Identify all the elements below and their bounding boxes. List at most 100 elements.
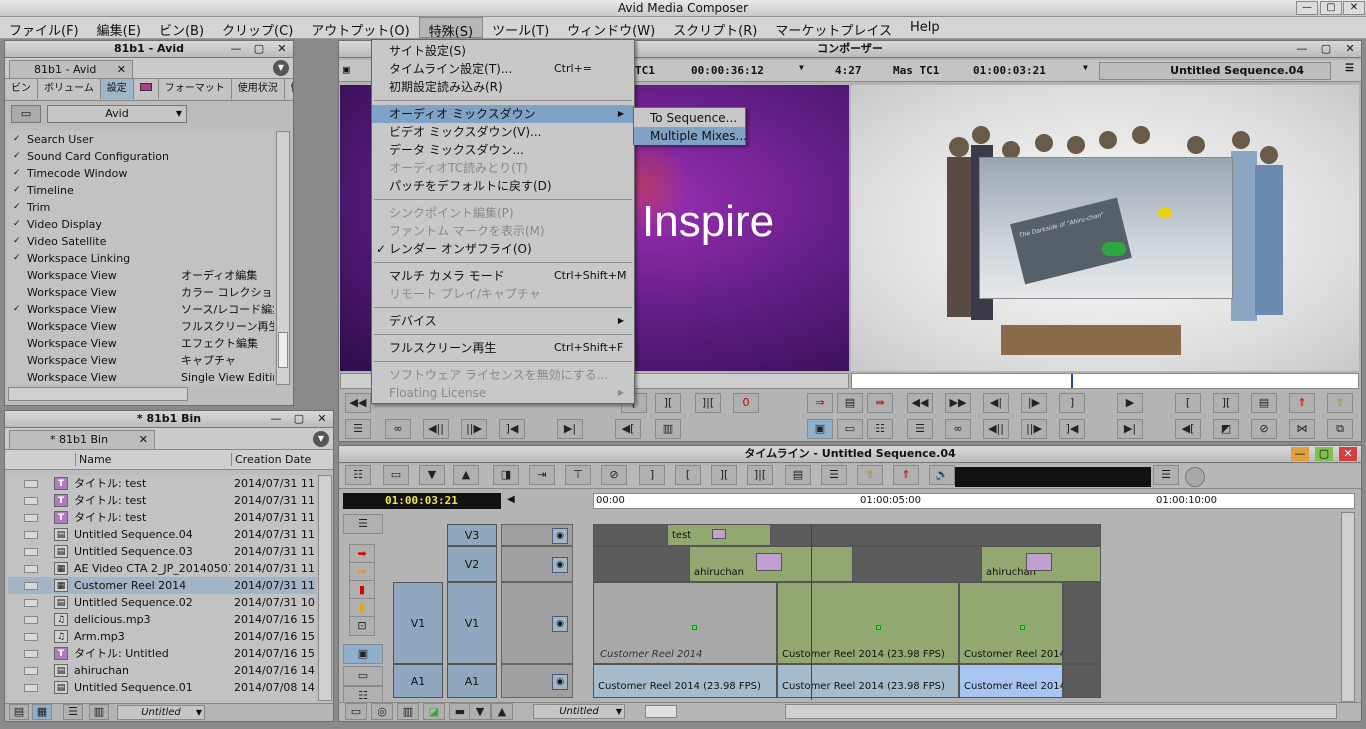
submenu-to-sequence[interactable]: To Sequence... xyxy=(634,109,745,127)
step-forward-frame-button[interactable]: ||▶ xyxy=(461,419,487,439)
settings-row[interactable]: Workspace View フルスクリーン再生 xyxy=(8,318,274,335)
v1-clip-customer-reel-2[interactable]: Customer Reel 2014 (23.98 FPS) xyxy=(777,582,959,664)
text-view-icon[interactable]: ▦ xyxy=(32,704,52,720)
clip-select-box[interactable] xyxy=(24,565,38,573)
track-view-icon[interactable]: ▭ xyxy=(343,666,383,686)
clip-select-box[interactable] xyxy=(24,684,38,692)
bin-close-button[interactable]: ✕ xyxy=(313,412,331,426)
bin-row[interactable]: T タイトル: test 2014/07/31 11:30 xyxy=(8,475,316,492)
clip-select-box[interactable] xyxy=(24,531,38,539)
timeline-maximize-button[interactable]: ▢ xyxy=(1315,447,1333,461)
special-menu-item[interactable]: マルチ カメラ モード Ctrl+Shift+M xyxy=(372,267,634,285)
bin-menu-icon[interactable]: ▼ xyxy=(313,431,329,447)
script-view-icon[interactable]: ☰ xyxy=(63,704,83,720)
bin-row[interactable]: ♫ Arm.mp3 2014/07/16 15:07 xyxy=(8,628,316,645)
v2-clip-ahiruchan-2[interactable]: ahiruchan xyxy=(981,546,1101,582)
source-track-a1[interactable]: A1 xyxy=(393,664,443,698)
frame-view-icon[interactable]: ▤ xyxy=(9,704,29,720)
step-back-button[interactable]: ◀| xyxy=(983,393,1009,413)
clip-select-box[interactable] xyxy=(24,667,38,675)
bin-row[interactable]: ▦ Customer Reel 2014 2014/07/31 11:07 xyxy=(8,577,316,594)
track-monitor-icon[interactable]: ◉ xyxy=(552,528,568,544)
subtab-effects[interactable] xyxy=(133,79,159,99)
timeline-view-toggle-icon[interactable]: ▥ xyxy=(397,703,419,720)
timeline-stop-icon[interactable]: ⊘ xyxy=(601,465,627,485)
timeline-mark-clip-icon[interactable]: ][ xyxy=(711,465,737,485)
column-header-name[interactable]: Name xyxy=(75,453,111,466)
a1-clip-1[interactable]: Customer Reel 2014 (23.98 FPS) xyxy=(593,664,777,698)
toggle-settings-button[interactable]: ☷ xyxy=(867,419,893,439)
mark-out-button[interactable]: ] xyxy=(1059,393,1085,413)
segment-red-icon[interactable]: ▮ xyxy=(349,580,375,600)
timeline-up-icon-2[interactable]: ▲ xyxy=(491,703,513,720)
close-tab-icon[interactable]: ✕ xyxy=(139,431,148,449)
timeline-overwrite-icon[interactable]: ⇥ xyxy=(529,465,555,485)
menu-edit[interactable]: 編集(E) xyxy=(88,17,150,39)
subtab-bins[interactable]: ビン xyxy=(5,79,38,99)
overwrite-arrow-icon[interactable]: ⇨ xyxy=(349,562,375,582)
v1-clip-customer-reel-1[interactable]: Customer Reel 2014 xyxy=(593,582,777,664)
bin-row[interactable]: T タイトル: test 2014/07/31 11:29 xyxy=(8,509,316,526)
timeline-record-icon[interactable]: ◎ xyxy=(371,703,393,720)
close-button[interactable]: ✕ xyxy=(1343,1,1365,15)
timeline-menu-icon[interactable]: ☰ xyxy=(1153,465,1179,485)
trim-mode-icon[interactable]: ⊡ xyxy=(349,616,375,636)
clip-select-box[interactable] xyxy=(24,548,38,556)
menu-special[interactable]: 特殊(S) xyxy=(418,17,484,40)
record-menu-button[interactable]: ☰ xyxy=(907,419,933,439)
record-lift-button[interactable]: ▤ xyxy=(1251,393,1277,413)
special-menu-item[interactable]: 初期設定読み込み(R) xyxy=(372,78,634,96)
v2-clip-ahiruchan-1[interactable]: ahiruchan xyxy=(689,546,853,582)
record-step-forward-button[interactable]: ||▶ xyxy=(1021,419,1047,439)
step-forward-button[interactable]: |▶ xyxy=(1021,393,1047,413)
subtab-info[interactable]: 情 xyxy=(284,79,293,99)
subtab-settings[interactable]: 設定 xyxy=(100,79,134,99)
submenu-multiple-mixes[interactable]: Multiple Mixes... xyxy=(634,127,747,145)
timeline-minimize-button[interactable]: — xyxy=(1291,447,1309,461)
bin-row[interactable]: ▤ ahiruchan 2014/07/16 14:56 xyxy=(8,662,316,679)
bin-row[interactable]: ▤ Untitled Sequence.04 2014/07/31 11:10 xyxy=(8,526,316,543)
clear-marks-button[interactable]: ]|[ xyxy=(695,393,721,413)
menu-file[interactable]: ファイル(F) xyxy=(0,17,88,39)
bin-view-dropdown[interactable]: Untitled ▼ xyxy=(117,705,205,720)
composer-maximize-button[interactable]: ▢ xyxy=(1317,42,1335,56)
link-button[interactable]: ∞ xyxy=(385,419,411,439)
record-mark-clip-button[interactable]: ][ xyxy=(1213,393,1239,413)
settings-row[interactable]: ✓ Search User xyxy=(8,131,274,148)
close-tab-icon[interactable]: ✕ xyxy=(117,61,126,78)
record-tc-label[interactable]: Mas TC1 xyxy=(893,64,939,77)
settings-hscrollbar[interactable] xyxy=(8,387,188,401)
bin-row[interactable]: ♫ delicious.mp3 2014/07/16 15:08 xyxy=(8,611,316,628)
timeline-timecode[interactable]: 01:00:03:21 xyxy=(343,493,501,509)
subtab-format[interactable]: フォーマット xyxy=(158,79,232,99)
lift-button[interactable]: ▤ xyxy=(837,393,863,413)
record-track-v2[interactable]: V2 xyxy=(447,546,497,582)
bin-row[interactable]: ▦ AE Video CTA 2_JP_20140501 2014/07/31 11… xyxy=(8,560,316,577)
timeline-mark-in-icon[interactable]: [ xyxy=(675,465,701,485)
menu-tools[interactable]: ツール(T) xyxy=(483,17,558,39)
record-track-v1[interactable]: V1 xyxy=(447,582,497,664)
timeline-zoom-slider[interactable] xyxy=(645,705,677,718)
record-mark-in-button[interactable]: [ xyxy=(1175,393,1201,413)
splice-in-button[interactable]: ⇒ xyxy=(807,393,833,413)
special-menu-item[interactable]: ビデオ ミックスダウン(V)... xyxy=(372,123,634,141)
timeline-hscrollbar[interactable] xyxy=(785,704,1337,719)
timeline-settings-icon[interactable]: ☷ xyxy=(345,465,371,485)
settings-row[interactable]: ✓ Trim xyxy=(8,199,274,216)
audio-speaker-icon[interactable]: 🔈 xyxy=(929,465,955,485)
timeline-up-icon[interactable]: ▲ xyxy=(453,465,479,485)
record-rewind-button[interactable]: ◀◀ xyxy=(907,393,933,413)
timeline-view-dropdown[interactable]: Untitled ▼ xyxy=(533,704,625,719)
render-button[interactable]: ◩ xyxy=(1213,419,1239,439)
rewind-button[interactable]: ◀◀ xyxy=(345,393,371,413)
fast-forward-button[interactable]: ▶▶ xyxy=(945,393,971,413)
a1-clip-2[interactable]: Customer Reel 2014 (23.98 FPS) xyxy=(777,664,959,698)
scrollbar-thumb[interactable] xyxy=(278,332,288,368)
copy-button[interactable]: ⧉ xyxy=(1327,419,1353,439)
bin-tab[interactable]: * 81b1 Bin ✕ xyxy=(9,430,155,449)
settings-row[interactable]: ✓ Video Display xyxy=(8,216,274,233)
timeline-vscrollbar[interactable] xyxy=(1341,512,1355,702)
maximize-button[interactable]: ▢ xyxy=(1320,1,1342,15)
timeline-toggle-icon[interactable] xyxy=(1185,467,1205,487)
sequence-menu-icon[interactable]: ☰ xyxy=(1345,63,1354,74)
